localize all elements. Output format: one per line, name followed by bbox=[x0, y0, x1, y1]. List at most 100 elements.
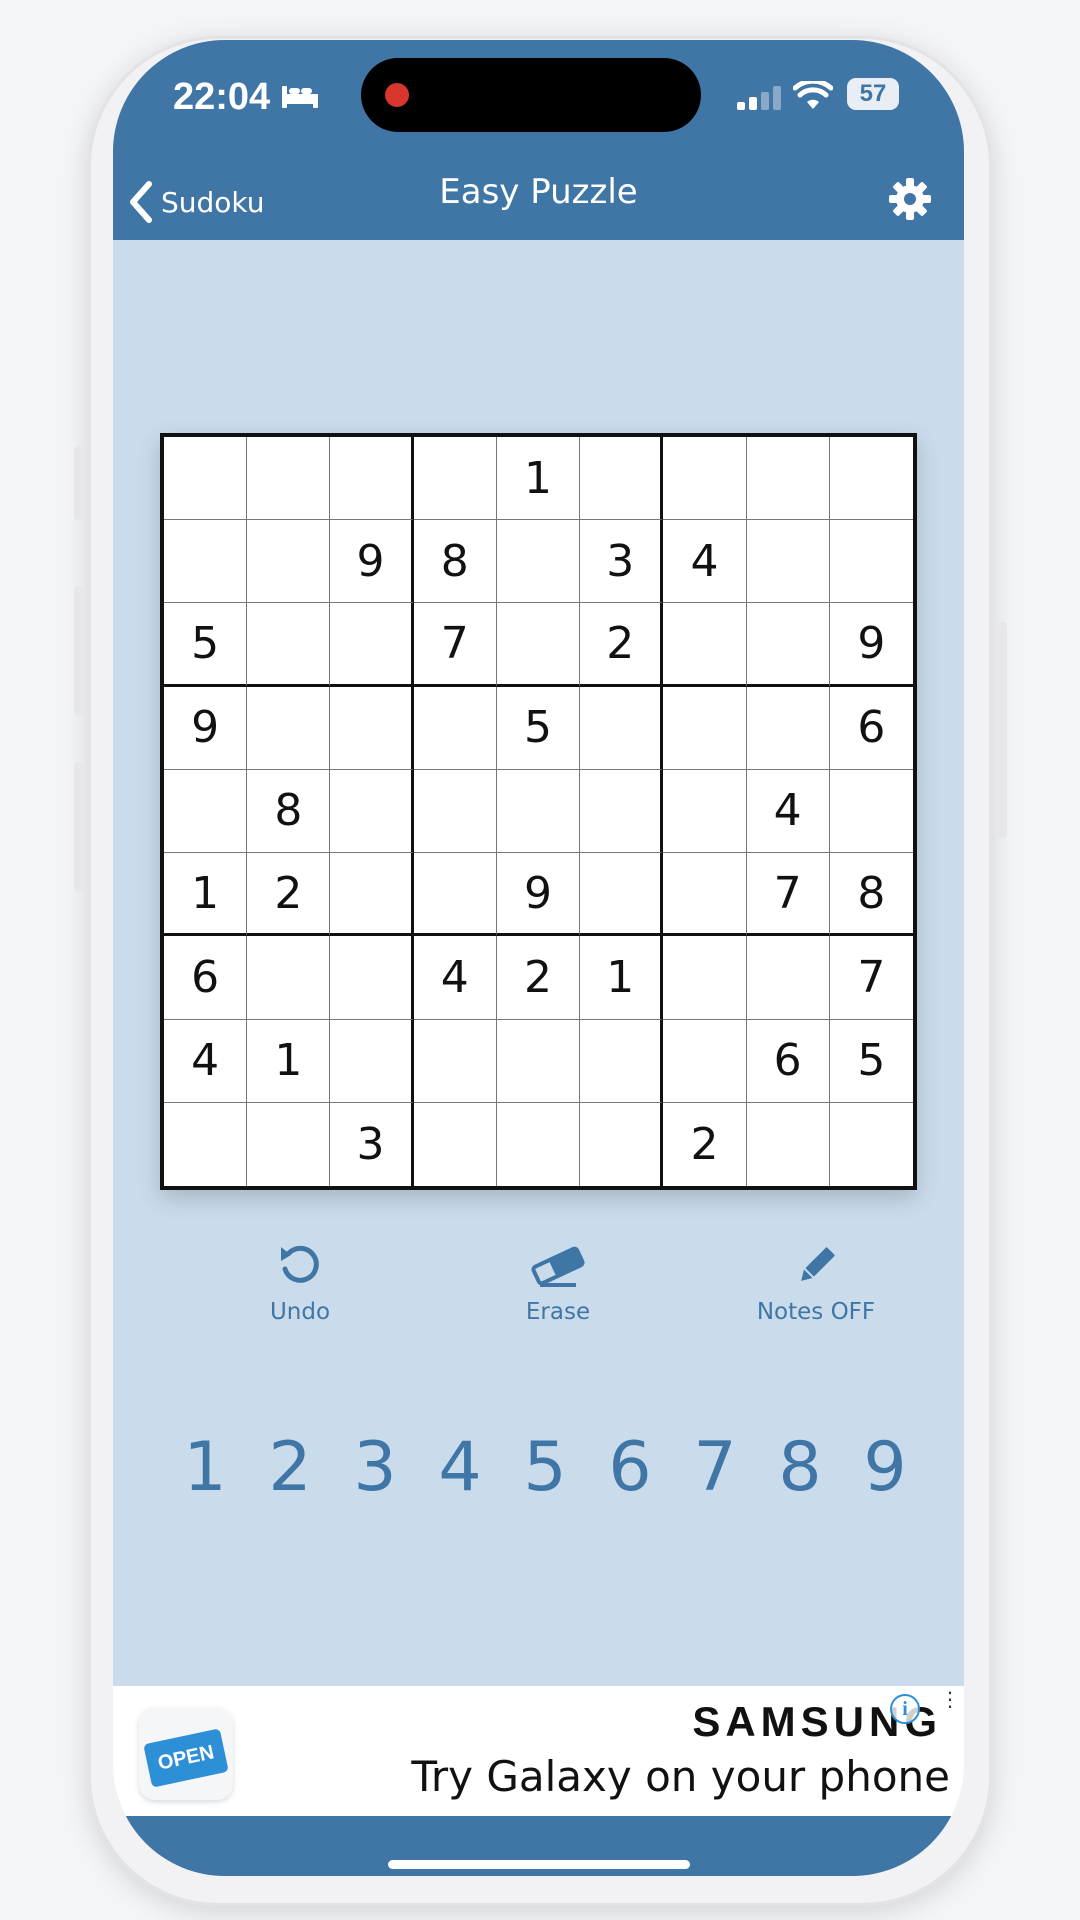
board-cell[interactable]: 6 bbox=[164, 936, 248, 1020]
volume-down-button bbox=[74, 762, 83, 892]
board-cell[interactable]: 1 bbox=[164, 853, 248, 937]
board-cell[interactable]: 8 bbox=[829, 853, 913, 937]
board-cell[interactable]: 6 bbox=[829, 687, 913, 770]
board-cell[interactable] bbox=[164, 437, 248, 521]
board-cell[interactable] bbox=[164, 520, 248, 604]
board-cell[interactable] bbox=[747, 1102, 830, 1186]
board-cell[interactable] bbox=[580, 1102, 664, 1186]
board-cell[interactable]: 7 bbox=[746, 853, 830, 937]
board-cell[interactable] bbox=[330, 686, 414, 770]
wifi-icon bbox=[793, 81, 833, 109]
board-cell[interactable] bbox=[746, 936, 830, 1020]
board-cell[interactable] bbox=[413, 1019, 497, 1103]
board-cell[interactable] bbox=[580, 686, 664, 770]
more-options-icon[interactable]: ⋮ bbox=[940, 1689, 960, 1709]
board-cell[interactable] bbox=[164, 1102, 248, 1186]
board-cell[interactable]: 3 bbox=[330, 1102, 414, 1186]
board-cell[interactable]: 1 bbox=[580, 936, 664, 1020]
board-cell[interactable]: 2 bbox=[580, 603, 664, 687]
ad-banner[interactable]: OPEN SAMSUNG i ⋮ Try Galaxy on your phon… bbox=[113, 1686, 964, 1816]
erase-button[interactable]: Erase bbox=[468, 1243, 648, 1325]
info-icon[interactable]: i bbox=[890, 1694, 920, 1724]
board-cell[interactable] bbox=[746, 437, 830, 521]
board-cell[interactable]: 1 bbox=[247, 1019, 331, 1103]
board-cell[interactable] bbox=[580, 853, 664, 937]
board-cell[interactable]: 4 bbox=[663, 520, 747, 604]
board-cell[interactable]: 2 bbox=[663, 1102, 747, 1186]
board-cell[interactable] bbox=[580, 1019, 664, 1103]
board-cell[interactable]: 8 bbox=[413, 520, 497, 604]
board-cell[interactable] bbox=[663, 853, 747, 937]
board-cell[interactable]: 5 bbox=[164, 603, 248, 687]
number-button[interactable]: 6 bbox=[590, 1428, 670, 1507]
board-cell[interactable]: 9 bbox=[330, 520, 414, 604]
notes-toggle-button[interactable]: Notes OFF bbox=[726, 1243, 906, 1325]
board-cell[interactable]: 1 bbox=[496, 437, 581, 521]
number-button[interactable]: 8 bbox=[760, 1428, 840, 1507]
board-cell[interactable] bbox=[746, 520, 830, 604]
board-cell[interactable] bbox=[663, 769, 747, 854]
board-cell[interactable]: 5 bbox=[496, 686, 581, 770]
board-cell[interactable] bbox=[580, 769, 664, 854]
board-cell[interactable] bbox=[330, 603, 414, 687]
board-cell[interactable] bbox=[829, 520, 913, 604]
board-cell[interactable] bbox=[829, 770, 913, 854]
board-cell[interactable] bbox=[496, 769, 581, 854]
board-cell[interactable] bbox=[829, 437, 913, 521]
board-cell[interactable] bbox=[746, 603, 830, 687]
number-button[interactable]: 5 bbox=[505, 1428, 585, 1507]
board-cell[interactable]: 4 bbox=[746, 769, 830, 854]
board-cell[interactable]: 6 bbox=[746, 1019, 830, 1103]
board-cell[interactable]: 5 bbox=[829, 1020, 913, 1103]
board-cell[interactable] bbox=[330, 437, 414, 521]
board-cell[interactable] bbox=[330, 1019, 414, 1103]
board-cell[interactable] bbox=[413, 437, 497, 521]
board-cell[interactable] bbox=[247, 1102, 331, 1186]
board-cell[interactable] bbox=[663, 936, 747, 1020]
board-cell[interactable] bbox=[496, 1019, 581, 1103]
board-cell[interactable] bbox=[663, 686, 747, 770]
board-cell[interactable] bbox=[330, 853, 414, 937]
board-cell[interactable] bbox=[830, 1103, 913, 1186]
number-button[interactable]: 3 bbox=[335, 1428, 415, 1507]
board-cell[interactable]: 7 bbox=[413, 603, 497, 687]
board-cell[interactable]: 3 bbox=[580, 520, 664, 604]
board-cell[interactable] bbox=[330, 936, 414, 1020]
board-cell[interactable] bbox=[330, 769, 414, 854]
number-button[interactable]: 4 bbox=[420, 1428, 500, 1507]
board-cell[interactable]: 9 bbox=[164, 686, 248, 770]
board-cell[interactable] bbox=[496, 603, 581, 687]
gear-icon[interactable] bbox=[888, 177, 932, 221]
board-cell[interactable]: 7 bbox=[829, 936, 913, 1020]
board-cell[interactable]: 9 bbox=[829, 603, 913, 687]
board-cell[interactable] bbox=[164, 769, 248, 854]
board-cell[interactable] bbox=[413, 769, 497, 854]
board-cell[interactable]: 2 bbox=[496, 936, 581, 1020]
board-cell[interactable] bbox=[247, 437, 331, 521]
board-cell[interactable]: 8 bbox=[247, 769, 331, 854]
board-cell[interactable] bbox=[580, 437, 664, 521]
board-cell[interactable]: 2 bbox=[247, 853, 331, 937]
board-cell[interactable] bbox=[663, 1019, 747, 1103]
board-cell[interactable] bbox=[413, 686, 497, 770]
number-button[interactable]: 9 bbox=[845, 1428, 925, 1507]
board-cell[interactable] bbox=[496, 520, 581, 604]
board-cell[interactable] bbox=[247, 686, 331, 770]
board-cell[interactable] bbox=[663, 603, 747, 687]
board-cell[interactable] bbox=[413, 853, 497, 937]
board-cell[interactable] bbox=[663, 437, 747, 521]
board-cell[interactable] bbox=[414, 1102, 497, 1186]
board-cell[interactable] bbox=[247, 936, 331, 1020]
board-cell[interactable]: 4 bbox=[164, 1019, 248, 1103]
board-cell[interactable] bbox=[746, 686, 830, 770]
board-cell[interactable]: 4 bbox=[413, 936, 497, 1020]
number-button[interactable]: 2 bbox=[250, 1428, 330, 1507]
board-cell[interactable] bbox=[497, 1102, 581, 1186]
number-button[interactable]: 1 bbox=[165, 1428, 245, 1507]
undo-button[interactable]: Undo bbox=[210, 1243, 390, 1325]
home-indicator[interactable] bbox=[388, 1860, 690, 1869]
number-button[interactable]: 7 bbox=[675, 1428, 755, 1507]
board-cell[interactable] bbox=[247, 603, 331, 687]
board-cell[interactable] bbox=[247, 520, 331, 604]
board-cell[interactable]: 9 bbox=[496, 853, 581, 937]
